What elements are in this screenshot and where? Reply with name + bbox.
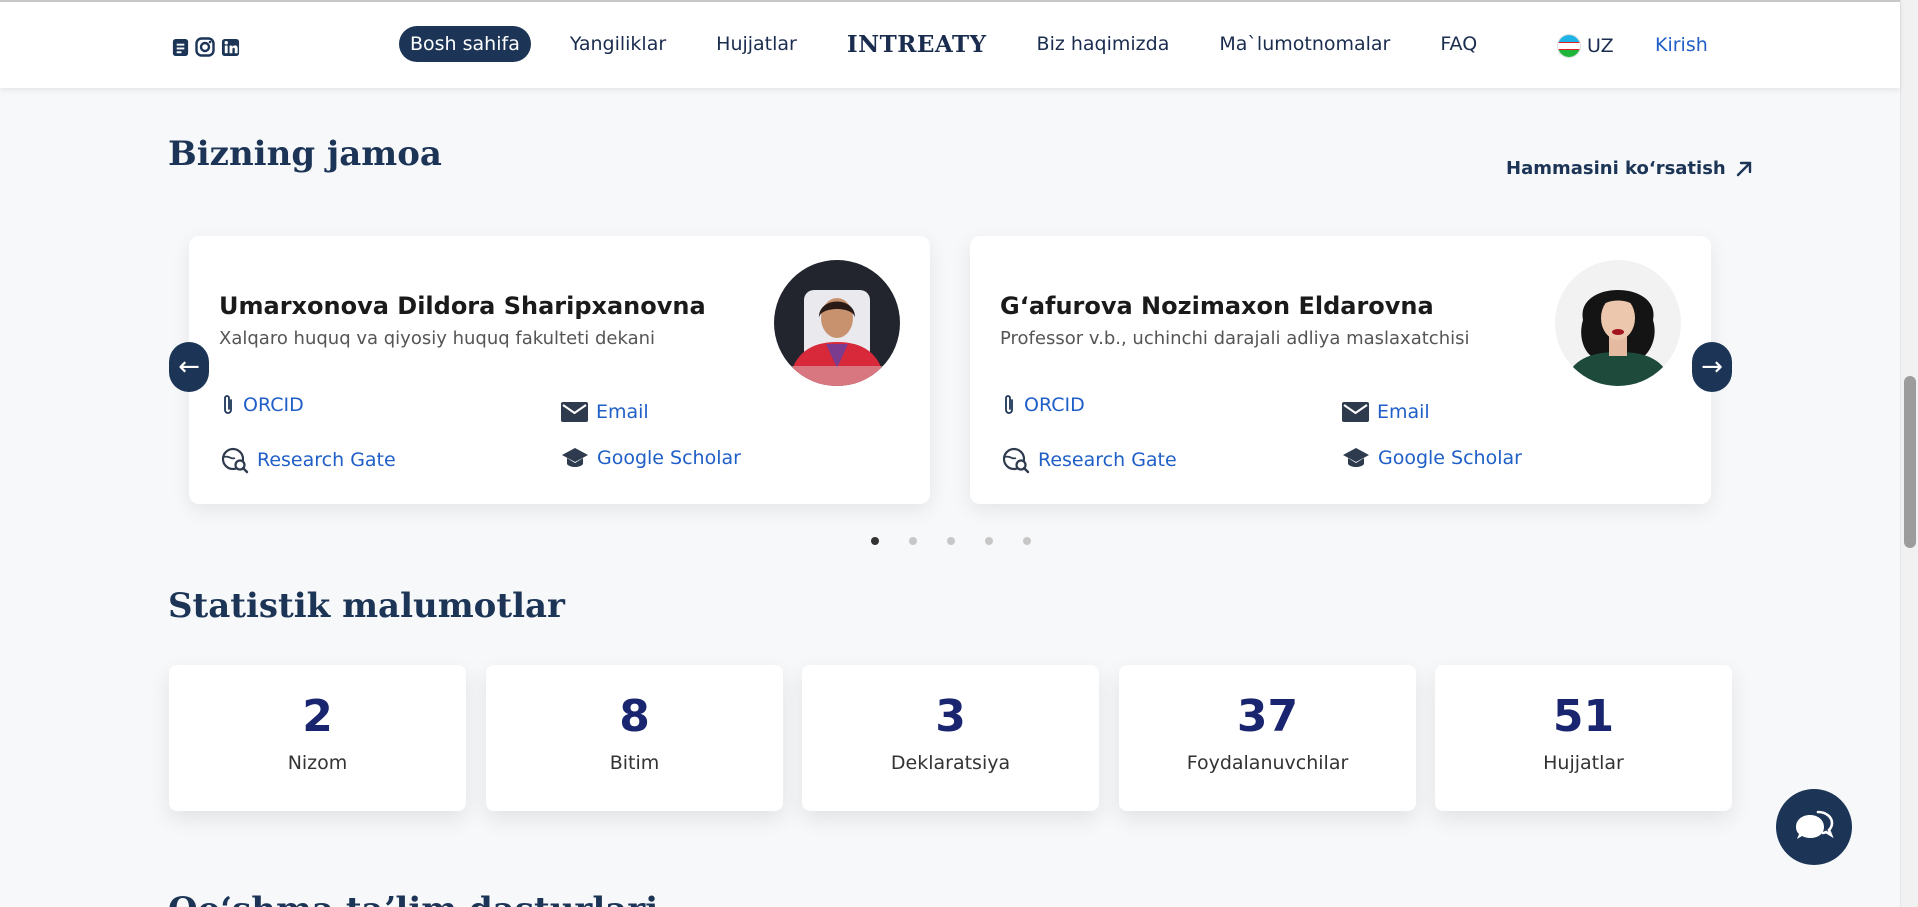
carousel-next-button[interactable]: → (1692, 342, 1732, 392)
linkedin-icon[interactable] (219, 36, 241, 58)
uzbekistan-flag-icon (1557, 34, 1581, 58)
email-label: Email (596, 401, 649, 423)
stat-value: 8 (619, 691, 650, 742)
nav-documents[interactable]: Hujjatlar (716, 33, 797, 55)
graduation-cap-icon (562, 448, 588, 467)
stat-label: Foydalanuvchilar (1186, 752, 1349, 774)
member-photo (774, 260, 900, 386)
stat-label: Hujjatlar (1543, 752, 1624, 774)
google-scholar-label: Google Scholar (597, 447, 741, 469)
see-all-link[interactable]: Hammasini koʻrsatish (1506, 158, 1754, 179)
stat-card: 51 Hujjatlar (1435, 665, 1732, 811)
research-gate-label: Research Gate (257, 449, 396, 471)
stat-label: Nizom (287, 752, 348, 774)
research-gate-link[interactable]: Research Gate (1002, 446, 1177, 474)
stat-value: 51 (1552, 691, 1615, 742)
carousel-dot[interactable] (1023, 537, 1031, 545)
globe-search-icon (221, 447, 249, 474)
orcid-label: ORCID (243, 394, 304, 416)
email-icon (561, 402, 588, 422)
see-all-label: Hammasini koʻrsatish (1506, 158, 1726, 179)
email-link[interactable]: Email (1342, 401, 1430, 423)
google-scholar-link[interactable]: Google Scholar (1342, 446, 1522, 470)
stat-card: 37 Foydalanuvchilar (1119, 665, 1416, 811)
member-name: Umarxonova Dildora Sharipxanovna (219, 292, 706, 320)
stat-label: Deklaratsiya (890, 752, 1011, 774)
scrollbar-thumb[interactable] (1904, 376, 1916, 548)
member-photo (1555, 260, 1681, 386)
page: Bosh sahifa Yangiliklar Hujjatlar INTREA… (0, 0, 1918, 907)
email-icon (1342, 402, 1369, 422)
next-section-title: Qoʻshma taʼlim dasturlari (168, 890, 658, 907)
paperclip-icon (224, 395, 232, 414)
team-card: Gʻafurova Nozimaxon Eldarovna Professor … (970, 236, 1711, 504)
nav-home[interactable]: Bosh sahifa (399, 26, 531, 62)
orcid-link[interactable]: ORCID (221, 393, 304, 417)
globe-search-icon (1002, 447, 1030, 474)
carousel-prev-button[interactable]: ← (169, 342, 209, 392)
carousel-dot[interactable] (871, 537, 879, 545)
orcid-link[interactable]: ORCID (1002, 393, 1085, 417)
nav-faq[interactable]: FAQ (1440, 33, 1477, 55)
carousel-dot[interactable] (947, 537, 955, 545)
google-scholar-link[interactable]: Google Scholar (561, 446, 741, 470)
language-selector[interactable]: UZ (1557, 34, 1614, 58)
page-scrollbar[interactable] (1900, 0, 1918, 907)
social-links (169, 36, 241, 58)
team-section-title: Bizning jamoa (168, 134, 442, 174)
arrow-up-right-icon (1736, 161, 1751, 176)
paperclip-icon (1005, 395, 1013, 414)
graduation-cap-icon (1343, 448, 1369, 467)
stat-value: 2 (302, 691, 333, 742)
carousel-dot[interactable] (985, 537, 993, 545)
member-role: Professor v.b., uchinchi darajali adliya… (1000, 328, 1470, 349)
nav-news[interactable]: Yangiliklar (570, 33, 666, 55)
stat-value: 37 (1236, 691, 1299, 742)
stat-label: Bitim (609, 752, 660, 774)
stat-value: 3 (935, 691, 966, 742)
research-gate-link[interactable]: Research Gate (221, 446, 396, 474)
main-nav: Bosh sahifa Yangiliklar Hujjatlar INTREA… (399, 26, 1527, 62)
team-card: Umarxonova Dildora Sharipxanovna Xalqaro… (189, 236, 930, 504)
email-link[interactable]: Email (561, 401, 649, 423)
stat-card: 2 Nizom (169, 665, 466, 811)
stat-card: 3 Deklaratsiya (802, 665, 1099, 811)
login-link[interactable]: Kirish (1655, 34, 1708, 56)
email-label: Email (1377, 401, 1430, 423)
google-scholar-label: Google Scholar (1378, 447, 1522, 469)
member-role: Xalqaro huquq va qiyosiy huquq fakulteti… (219, 328, 656, 349)
carousel-pagination (871, 537, 1031, 545)
language-label: UZ (1587, 35, 1614, 57)
stat-card: 8 Bitim (486, 665, 783, 811)
nav-references[interactable]: Ma`lumotnomalar (1219, 33, 1390, 55)
top-navbar: Bosh sahifa Yangiliklar Hujjatlar INTREA… (0, 0, 1900, 88)
site-logo[interactable]: INTREATY (847, 31, 987, 58)
orcid-label: ORCID (1024, 394, 1085, 416)
stats-section-title: Statistik malumotlar (168, 586, 565, 626)
member-name: Gʻafurova Nozimaxon Eldarovna (1000, 292, 1434, 320)
instagram-icon[interactable] (194, 36, 216, 58)
research-gate-label: Research Gate (1038, 449, 1177, 471)
chat-button[interactable] (1776, 789, 1852, 865)
nav-about[interactable]: Biz haqimizda (1037, 33, 1170, 55)
document-icon[interactable] (169, 36, 191, 58)
chat-bubble-icon (1796, 810, 1834, 839)
carousel-dot[interactable] (909, 537, 917, 545)
